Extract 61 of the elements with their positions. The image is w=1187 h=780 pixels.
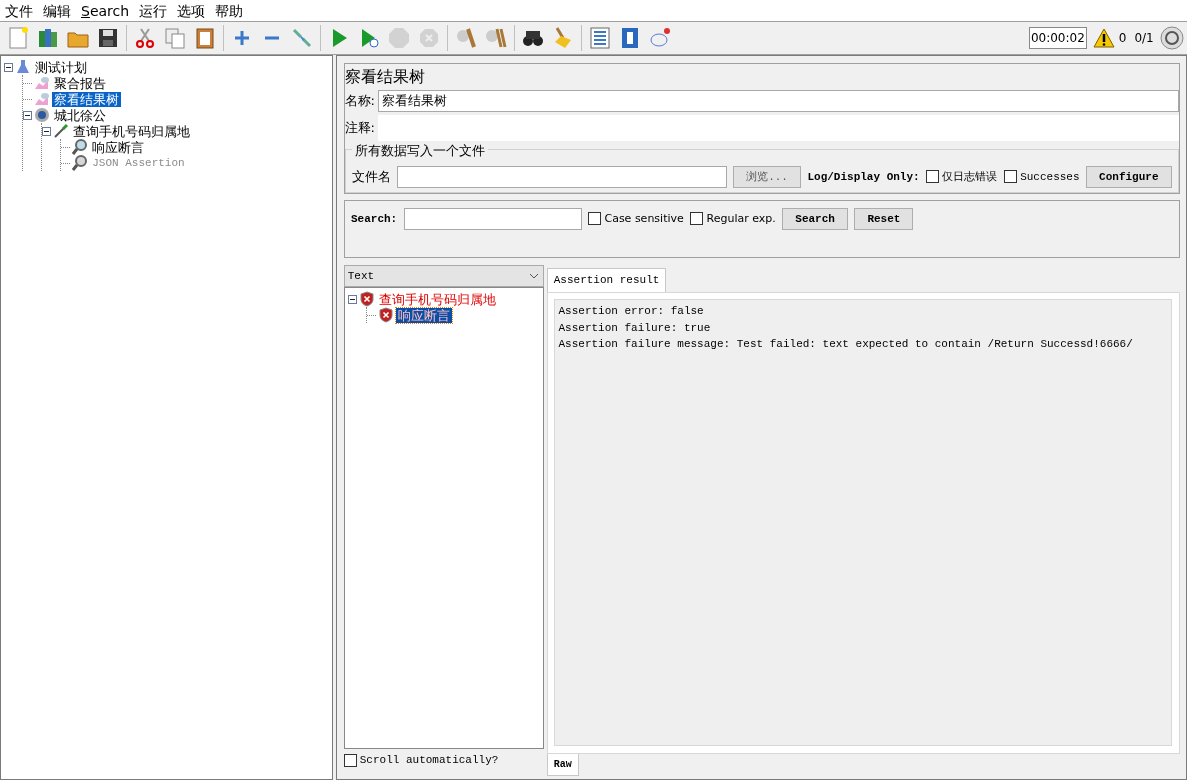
checkbox[interactable] <box>926 170 940 184</box>
menu-item[interactable]: 运行 <box>134 0 173 21</box>
chevron-down-icon <box>529 271 540 280</box>
menu-item[interactable]: 文件 <box>0 0 38 21</box>
graph-icon <box>34 91 51 108</box>
flask-icon <box>15 59 32 76</box>
menu-item[interactable]: 编辑 <box>38 0 76 21</box>
search-action-button[interactable]: Search <box>782 207 848 230</box>
menu-item[interactable]: Search <box>76 0 135 21</box>
result-item[interactable]: 响应断言 <box>395 307 452 323</box>
checkbox[interactable] <box>588 212 602 226</box>
tree-item[interactable]: 察看结果树 <box>52 91 122 107</box>
result-item[interactable]: 查询手机号码归属地 <box>376 291 498 307</box>
timer-field: 00:00:02 <box>1028 27 1087 49</box>
tree-item[interactable]: 响应断言 <box>90 139 147 155</box>
checkbox-label: Successes <box>1020 169 1080 185</box>
result-line: Assertion failure: true <box>558 320 712 336</box>
comment-field[interactable] <box>378 114 1179 141</box>
configure-button[interactable]: Configure <box>1086 165 1172 188</box>
checkbox-label: Regular exp. <box>706 210 776 227</box>
result-line: Assertion error: false <box>558 304 705 320</box>
menu-item[interactable]: 帮助 <box>210 0 249 21</box>
browse-button[interactable]: 浏览... <box>733 165 801 188</box>
magnifier-icon <box>72 155 89 172</box>
checkbox[interactable] <box>343 754 357 767</box>
field-label: Search: <box>351 211 398 227</box>
result-line: Assertion failure message: Test failed: text expected to contain /Return Successd!6666/ <box>558 337 1134 353</box>
search-field[interactable] <box>403 207 582 230</box>
collapse-toggle-icon[interactable] <box>42 126 52 136</box>
filename-field[interactable] <box>397 165 727 188</box>
graph-icon <box>34 75 51 92</box>
tree-item[interactable]: 测试计划 <box>33 59 90 75</box>
thread-count: 0/1 <box>1134 30 1154 47</box>
list-icon[interactable] <box>588 26 613 50</box>
checkbox-label: Case sensitive <box>604 210 684 227</box>
checkbox[interactable] <box>1003 170 1017 184</box>
checkbox-label: 仅日志错误 <box>942 168 998 185</box>
checkbox-label: Scroll automatically? <box>359 753 499 769</box>
warning-icon <box>1092 28 1115 48</box>
tree-item[interactable]: 查询手机号码归属地 <box>71 123 193 139</box>
pipette-icon <box>53 123 70 140</box>
name-field[interactable]: 察看结果树 <box>378 89 1179 112</box>
search-action-button[interactable]: Reset <box>854 207 914 230</box>
collapse-toggle-icon[interactable] <box>4 62 14 72</box>
field-label: 注释: <box>344 119 375 137</box>
collapse-toggle-icon[interactable] <box>347 294 357 304</box>
renderer-dropdown[interactable]: Text <box>343 264 544 287</box>
field-label: Log/Display Only: <box>807 169 920 185</box>
tree-item[interactable]: 聚合报告 <box>52 75 109 91</box>
field-label: 文件名 <box>351 168 391 186</box>
checkbox[interactable] <box>690 212 704 226</box>
magnifier-icon <box>72 139 89 156</box>
tree-item[interactable]: 城北徐公 <box>52 107 109 123</box>
menu-item[interactable]: 选项 <box>172 0 211 21</box>
result-tab[interactable]: Assertion result <box>546 268 667 292</box>
panel-title: 察看结果树 <box>344 65 426 88</box>
collapse-toggle-icon[interactable] <box>23 110 33 120</box>
warning-count: 0 <box>1118 30 1127 47</box>
view-tab[interactable]: Raw <box>546 753 579 776</box>
field-label: 名称: <box>344 91 375 110</box>
remote-status-icon <box>1159 26 1184 50</box>
